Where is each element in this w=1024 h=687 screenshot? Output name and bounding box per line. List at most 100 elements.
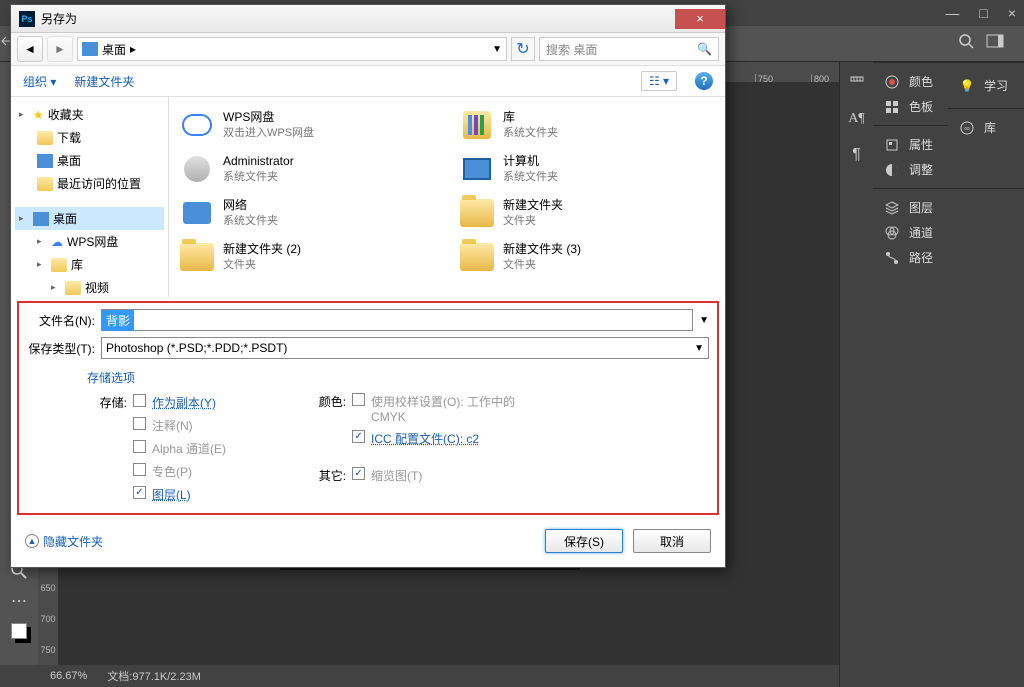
view-mode-button[interactable]: ☷ ▾ bbox=[641, 71, 677, 91]
filename-label: 文件名(N): bbox=[27, 312, 95, 329]
file-item[interactable]: 计算机系统文件夹 bbox=[457, 149, 717, 189]
folder-icon bbox=[459, 195, 495, 231]
panel-channels[interactable]: 通道 bbox=[877, 220, 1020, 245]
ps-app-icon: Ps bbox=[19, 11, 35, 27]
video-icon bbox=[65, 281, 81, 295]
panel-learn[interactable]: 💡学习 bbox=[952, 73, 1020, 98]
collapsed-panel-bar: A¶ ¶ bbox=[839, 62, 873, 687]
search-icon[interactable] bbox=[958, 33, 974, 54]
type-icon[interactable]: A¶ bbox=[848, 110, 866, 128]
tree-desktop[interactable]: 桌面 bbox=[15, 149, 164, 172]
filetype-select[interactable]: Photoshop (*.PSD;*.PDD;*.PSDT)▼ bbox=[101, 337, 709, 359]
annotations-checkbox[interactable] bbox=[133, 417, 146, 430]
pc-icon bbox=[459, 151, 495, 187]
file-list: WPS网盘双击进入WPS网盘库系统文件夹 Administrator系统文件夹计算… bbox=[169, 97, 725, 297]
layers-icon bbox=[883, 201, 901, 215]
folder-tree: ▸★收藏夹 下载 桌面 最近访问的位置 ▸桌面 ▸☁WPS网盘 ▸库 ▸视频 bbox=[11, 97, 169, 297]
ps-maximize-button[interactable]: □ bbox=[979, 5, 987, 21]
cloud-icon: ☁ bbox=[51, 235, 63, 249]
file-item[interactable]: WPS网盘双击进入WPS网盘 bbox=[177, 105, 437, 145]
breadcrumb[interactable]: 桌面 ▸ ▼ bbox=[77, 37, 507, 61]
nav-forward-button[interactable]: ► bbox=[47, 36, 73, 62]
user-icon bbox=[179, 151, 215, 187]
dialog-title: 另存为 bbox=[41, 10, 675, 27]
save-options-header: 存储选项 bbox=[87, 369, 226, 388]
organize-menu[interactable]: 组织 ▾ bbox=[23, 73, 56, 90]
dialog-footer: ▲隐藏文件夹 保存(S) 取消 bbox=[11, 519, 725, 567]
file-item[interactable]: 库系统文件夹 bbox=[457, 105, 717, 145]
file-item[interactable]: 新建文件夹 (2)文件夹 bbox=[177, 237, 437, 277]
status-bar: 66.67% 文档:977.1K/2.23M bbox=[0, 665, 839, 687]
ruler-icon[interactable] bbox=[848, 74, 866, 92]
lib-icon bbox=[459, 107, 495, 143]
save-button[interactable]: 保存(S) bbox=[545, 529, 623, 553]
ps-close-button[interactable]: × bbox=[1008, 5, 1016, 21]
filename-input[interactable]: 背影 bbox=[101, 309, 693, 331]
panels-area: A¶ ¶ 颜色 色板 属性 调整 图层 通道 路径 bbox=[839, 62, 1024, 687]
tree-wps[interactable]: ▸☁WPS网盘 bbox=[15, 230, 164, 253]
panel-adjustments[interactable]: 调整 bbox=[877, 157, 1020, 182]
swatches-icon bbox=[883, 100, 901, 114]
star-icon: ★ bbox=[33, 108, 44, 122]
search-input[interactable]: 搜索 桌面 🔍 bbox=[539, 37, 719, 61]
desktop-icon bbox=[37, 154, 53, 168]
cc-icon: ∞ bbox=[958, 121, 976, 135]
folder-icon bbox=[459, 239, 495, 275]
file-item[interactable]: 网络系统文件夹 bbox=[177, 193, 437, 233]
as-copy-checkbox[interactable] bbox=[133, 394, 146, 407]
filetype-label: 保存类型(T): bbox=[27, 340, 95, 357]
file-item[interactable]: 新建文件夹文件夹 bbox=[457, 193, 717, 233]
properties-icon bbox=[883, 138, 901, 152]
workspace-icon[interactable] bbox=[986, 34, 1004, 53]
panel-layers[interactable]: 图层 bbox=[877, 195, 1020, 220]
icc-checkbox[interactable]: ✓ bbox=[352, 430, 365, 443]
refresh-button[interactable]: ↻ bbox=[511, 37, 535, 61]
tree-recent[interactable]: 最近访问的位置 bbox=[15, 172, 164, 195]
file-item[interactable]: 新建文件夹 (3)文件夹 bbox=[457, 237, 717, 277]
file-item[interactable]: Administrator系统文件夹 bbox=[177, 149, 437, 189]
color-swatches[interactable] bbox=[4, 619, 34, 643]
alpha-checkbox[interactable] bbox=[133, 440, 146, 453]
desktop-icon bbox=[82, 42, 98, 56]
color-wheel-icon bbox=[883, 75, 901, 89]
adjustments-icon bbox=[883, 163, 901, 177]
tree-video[interactable]: ▸视频 bbox=[15, 276, 164, 297]
folder-icon bbox=[179, 239, 215, 275]
tree-library[interactable]: ▸库 bbox=[15, 253, 164, 276]
spot-checkbox[interactable] bbox=[133, 463, 146, 476]
dialog-titlebar[interactable]: Ps 另存为 × bbox=[11, 5, 725, 33]
search-icon: 🔍 bbox=[697, 42, 712, 56]
library-icon bbox=[51, 258, 67, 272]
ps-minimize-button[interactable]: — bbox=[945, 5, 959, 21]
dialog-close-button[interactable]: × bbox=[675, 9, 725, 29]
net-icon bbox=[179, 195, 215, 231]
desktop-icon bbox=[33, 212, 49, 226]
help-button[interactable]: ? bbox=[695, 72, 713, 90]
new-folder-button[interactable]: 新建文件夹 bbox=[74, 73, 134, 90]
recent-icon bbox=[37, 177, 53, 191]
panel-libraries[interactable]: ∞库 bbox=[952, 115, 1020, 140]
proof-checkbox[interactable] bbox=[352, 393, 365, 406]
svg-text:∞: ∞ bbox=[964, 124, 970, 133]
folder-icon bbox=[37, 131, 53, 145]
dialog-toolbar: 组织 ▾ 新建文件夹 ☷ ▾ ? bbox=[11, 65, 725, 97]
paragraph-icon[interactable]: ¶ bbox=[848, 146, 866, 164]
layers-checkbox[interactable]: ✓ bbox=[133, 486, 146, 499]
cancel-button[interactable]: 取消 bbox=[633, 529, 711, 553]
paths-icon bbox=[883, 251, 901, 265]
save-options-panel: 文件名(N): 背影 ▼ 保存类型(T): Photoshop (*.PSD;*… bbox=[17, 301, 719, 515]
thumbnail-checkbox[interactable]: ✓ bbox=[352, 467, 365, 480]
tree-favorites[interactable]: ▸★收藏夹 bbox=[15, 103, 164, 126]
hide-folders-toggle[interactable]: ▲隐藏文件夹 bbox=[25, 533, 103, 550]
bulb-icon: 💡 bbox=[958, 79, 976, 93]
panel-paths[interactable]: 路径 bbox=[877, 245, 1020, 270]
channels-icon bbox=[883, 226, 901, 240]
save-as-dialog: Ps 另存为 × ◄ ► 桌面 ▸ ▼ ↻ 搜索 桌面 🔍 组织 ▾ 新建文件夹… bbox=[10, 4, 726, 568]
tree-desktop-selected[interactable]: ▸桌面 bbox=[15, 207, 164, 230]
nav-bar: ◄ ► 桌面 ▸ ▼ ↻ 搜索 桌面 🔍 bbox=[11, 33, 725, 65]
zoom-level[interactable]: 66.67% bbox=[50, 670, 87, 682]
cloud-icon bbox=[179, 107, 215, 143]
tree-downloads[interactable]: 下载 bbox=[15, 126, 164, 149]
nav-back-button[interactable]: ◄ bbox=[17, 36, 43, 62]
edit-toolbar[interactable]: ⋯ bbox=[4, 589, 34, 613]
